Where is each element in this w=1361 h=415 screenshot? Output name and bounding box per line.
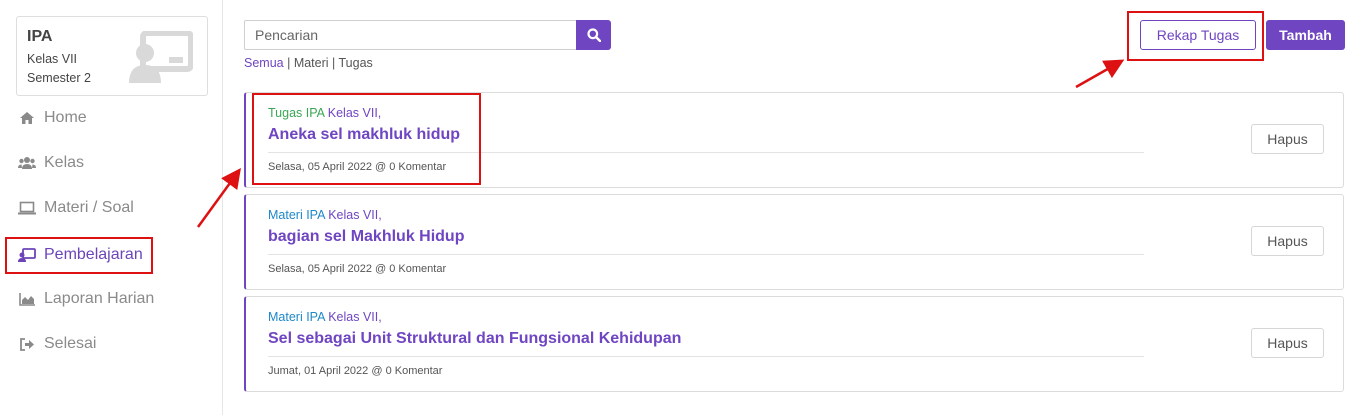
search-icon — [586, 28, 601, 42]
item-meta: Materi IPA Kelas VII, — [268, 208, 382, 222]
sidebar: IPA Kelas VII Semester 2 Home Kelas Mate… — [0, 0, 223, 415]
sign-out-icon — [18, 336, 36, 352]
sidebar-item-kelas[interactable]: Kelas — [18, 148, 84, 178]
users-icon — [18, 155, 36, 171]
laptop-icon — [18, 200, 36, 216]
divider — [268, 254, 1144, 255]
sidebar-item-label: Home — [44, 109, 87, 126]
sidebar-item-label: Materi / Soal — [44, 199, 134, 216]
sidebar-item-label: Laporan Harian — [44, 290, 155, 307]
divider — [268, 356, 1144, 357]
item-kind: Materi IPA — [268, 310, 325, 324]
hapus-button[interactable]: Hapus — [1251, 328, 1324, 358]
class-semester: Semester 2 — [27, 71, 91, 85]
item-title-link[interactable]: bagian sel Makhluk Hidup — [268, 228, 464, 246]
filter-materi-link[interactable]: Materi — [294, 56, 329, 70]
filter-separator: | — [328, 56, 339, 70]
item-date: Selasa, 05 April 2022 @ 0 Komentar — [268, 263, 447, 275]
class-card: IPA Kelas VII Semester 2 — [16, 16, 208, 96]
area-chart-icon — [18, 291, 36, 307]
filter-separator: | — [283, 56, 294, 70]
item-kelas: Kelas VII, — [328, 310, 382, 324]
hapus-button[interactable]: Hapus — [1251, 226, 1324, 256]
item-date: Jumat, 01 April 2022 @ 0 Komentar — [268, 365, 443, 377]
sidebar-item-materi-soal[interactable]: Materi / Soal — [18, 193, 134, 223]
item-meta: Materi IPA Kelas VII, — [268, 310, 382, 324]
filter-tugas-link[interactable]: Tugas — [339, 56, 373, 70]
list-item: Materi IPA Kelas VII, bagian sel Makhluk… — [244, 194, 1344, 290]
tambah-button[interactable]: Tambah — [1266, 20, 1345, 50]
sidebar-item-label: Selesai — [44, 335, 97, 352]
search-button[interactable] — [576, 20, 611, 50]
annotation-highlight-box — [1127, 11, 1264, 61]
home-icon — [18, 110, 36, 126]
search-input[interactable] — [244, 20, 576, 50]
teacher-board-icon — [129, 31, 193, 83]
sidebar-item-home[interactable]: Home — [18, 103, 87, 133]
annotation-highlight-box — [252, 93, 481, 185]
sidebar-item-laporan-harian[interactable]: Laporan Harian — [18, 284, 154, 314]
annotation-arrow — [1075, 59, 1125, 89]
item-kind: Materi IPA — [268, 208, 325, 222]
sidebar-item-selesai[interactable]: Selesai — [18, 329, 96, 359]
hapus-button[interactable]: Hapus — [1251, 124, 1324, 154]
filter-all-link[interactable]: Semua — [244, 56, 284, 70]
item-title-link[interactable]: Sel sebagai Unit Struktural dan Fungsion… — [268, 330, 681, 348]
class-subject: IPA — [27, 28, 53, 45]
list-item: Materi IPA Kelas VII, Sel sebagai Unit S… — [244, 296, 1344, 392]
filter-links: Semua | Materi | Tugas — [244, 56, 373, 70]
class-grade: Kelas VII — [27, 52, 78, 66]
annotation-highlight-box — [5, 237, 153, 274]
item-kelas: Kelas VII, — [328, 208, 382, 222]
sidebar-item-label: Kelas — [44, 154, 85, 171]
